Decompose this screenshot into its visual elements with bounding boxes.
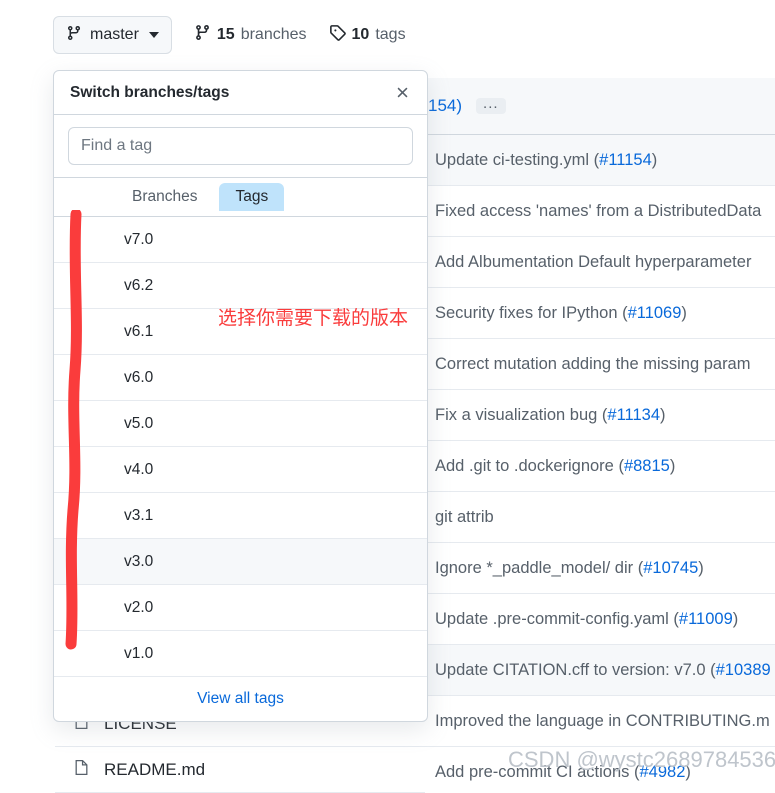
tag-list-item[interactable]: v3.1	[54, 493, 427, 539]
commit-message-text: Fixed access 'names' from a DistributedD…	[435, 201, 762, 220]
tag-list-item[interactable]: v6.2	[54, 263, 427, 309]
tag-list-item[interactable]: v1.0	[54, 631, 427, 677]
tag-list-item[interactable]: v5.0	[54, 401, 427, 447]
switch-branches-tags-panel: Switch branches/tags BranchesTags v7.0v6…	[53, 70, 428, 722]
commit-expand-ellipsis-button[interactable]: ...	[476, 96, 506, 114]
commit-row[interactable]: Add pre-commit CI actions (#4982)	[425, 747, 775, 782]
tags-label: tags	[375, 26, 406, 43]
commit-row[interactable]: Update ci-testing.yml (#11154)	[425, 135, 775, 186]
tag-list-item[interactable]: v6.0	[54, 355, 427, 401]
tag-list: v7.0 v6.2 v6.1 v6.0 v5.0 v4.0 v3.1 v3.0 v2.0 v1.0	[54, 217, 427, 677]
branch-icon	[194, 24, 211, 46]
commit-row[interactable]: Update CITATION.cff to version: v7.0 (#1…	[425, 645, 775, 696]
panel-title: Switch branches/tags	[70, 83, 230, 101]
tags-counter[interactable]: 10 tags	[329, 24, 406, 46]
find-tag-input[interactable]	[68, 127, 413, 165]
branches-count: 15	[216, 26, 235, 43]
commit-message-text: Update .pre-commit-config.yaml (	[435, 609, 679, 628]
commit-pr-link[interactable]: #10745	[643, 559, 698, 578]
repo-toolbar: master 15 branches 10 tags	[0, 0, 775, 70]
commit-pr-link[interactable]: #11154	[599, 151, 652, 170]
commit-message-text: Add pre-commit CI actions (	[435, 762, 640, 781]
tag-list-item[interactable]: v4.0	[54, 447, 427, 493]
branch-selector-label: master	[90, 26, 139, 43]
commit-message-text: Security fixes for IPython (	[435, 303, 628, 322]
commit-row[interactable]: Fix a visualization bug (#11134)	[425, 390, 775, 441]
commit-pr-link[interactable]: #11134	[607, 406, 660, 425]
commit-message-text: Improved the language in CONTRIBUTING.m	[435, 711, 770, 730]
tag-list-item[interactable]: v2.0	[54, 585, 427, 631]
panel-tab-tags[interactable]: Tags	[219, 183, 285, 211]
commit-message-text: Ignore *_paddle_model/ dir (	[435, 558, 644, 577]
commit-row[interactable]: Add Albumentation Default hyperparameter	[425, 237, 775, 288]
panel-tab-branches[interactable]: Branches	[116, 183, 213, 211]
branches-label: branches	[240, 26, 307, 43]
panel-header: Switch branches/tags	[54, 71, 427, 115]
commit-message-tail: )	[732, 609, 739, 628]
commit-row[interactable]: Ignore *_paddle_model/ dir (#10745)	[425, 543, 775, 594]
commit-row[interactable]: Add .git to .dockerignore (#8815)	[425, 441, 775, 492]
panel-tab-bar: Branches Tags	[54, 178, 427, 217]
commit-message-text: Add Albumentation Default hyperparameter	[435, 252, 752, 271]
chevron-down-icon	[148, 32, 159, 38]
commit-row[interactable]: Correct mutation adding the missing para…	[425, 339, 775, 390]
commit-message-column: 154) ... Update ci-testing.yml (#11154) F…	[425, 78, 775, 782]
commit-message-text: Correct mutation adding the missing para…	[435, 354, 751, 373]
branch-icon	[66, 25, 82, 46]
tag-list-item[interactable]: v7.0	[54, 217, 427, 263]
commit-message-text: Fix a visualization bug (	[435, 405, 608, 424]
commit-row[interactable]: Improved the language in CONTRIBUTING.m	[425, 696, 775, 747]
tag-icon	[329, 24, 346, 46]
commit-row[interactable]: git attrib	[425, 492, 775, 543]
file-name-label[interactable]: README.md	[104, 760, 205, 780]
commit-pr-link[interactable]: #4982	[639, 763, 685, 782]
commit-row[interactable]: Fixed access 'names' from a DistributedD…	[425, 186, 775, 237]
commit-message-text: git attrib	[435, 507, 494, 526]
commit-message-text: Add .git to .dockerignore (	[435, 456, 624, 475]
tag-list-item[interactable]: v3.0	[54, 539, 427, 585]
commit-message-tail: )	[669, 456, 676, 475]
commit-message-text: Update CITATION.cff to version: v7.0 (	[435, 660, 716, 679]
branch-selector-button[interactable]: master	[53, 16, 172, 54]
commit-message-tail: )	[685, 762, 691, 781]
commit-pr-link[interactable]: 154)	[428, 96, 462, 116]
panel-search-area	[54, 115, 427, 178]
commit-row-list: Update ci-testing.yml (#11154) Fixed acce…	[425, 135, 775, 782]
branches-counter[interactable]: 15 branches	[194, 24, 307, 46]
commit-message-text: Update ci-testing.yml (	[435, 150, 600, 169]
view-all-tags-label: View all tags	[197, 690, 284, 707]
tag-list-item[interactable]: v6.1	[54, 309, 427, 355]
file-row[interactable]: README.md	[55, 747, 425, 793]
commit-message-tail: )	[660, 405, 666, 424]
close-icon[interactable]	[394, 84, 411, 101]
commit-message-tail: )	[698, 558, 704, 577]
commit-row[interactable]: Security fixes for IPython (#11069)	[425, 288, 775, 339]
commit-pr-link[interactable]: #11009	[679, 610, 733, 629]
file-icon	[73, 758, 90, 782]
commit-pr-link[interactable]: #10389	[716, 661, 771, 680]
latest-commit-header: 154) ...	[425, 78, 775, 135]
commit-row[interactable]: Update .pre-commit-config.yaml (#11009)	[425, 594, 775, 645]
commit-pr-link[interactable]: #11069	[628, 304, 682, 323]
commit-pr-link[interactable]: #8815	[624, 457, 670, 476]
view-all-tags-button[interactable]: View all tags	[54, 677, 427, 721]
commit-message-tail: )	[651, 150, 658, 169]
tags-count: 10	[351, 26, 370, 43]
commit-message-tail: )	[681, 303, 687, 322]
